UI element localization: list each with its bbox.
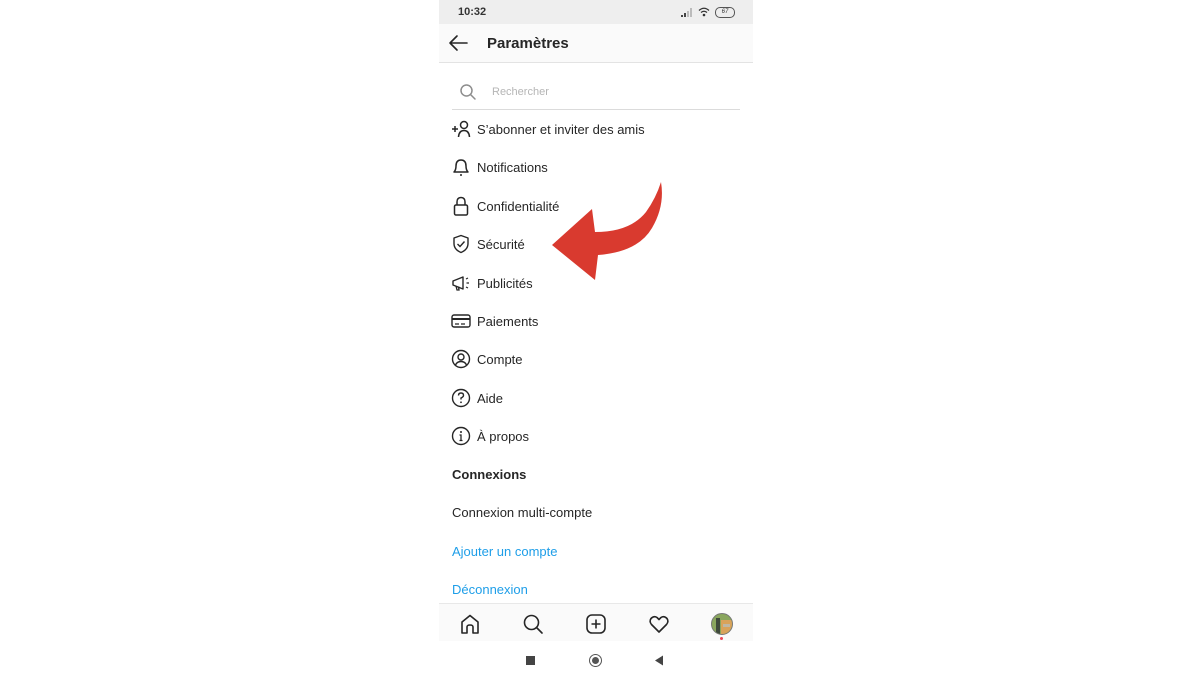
connections-heading: Connexions	[452, 467, 527, 482]
user-circle-icon	[451, 349, 471, 369]
menu-item-label: Paiements	[477, 313, 539, 329]
page-title: Paramètres	[487, 35, 569, 52]
menu-item-label: Sécurité	[477, 236, 525, 252]
menu-item-help[interactable]: Aide	[451, 385, 503, 411]
menu-item-ads[interactable]: Publicités	[451, 270, 533, 296]
menu-item-label: Compte	[477, 351, 523, 367]
menu-item-payments[interactable]: Paiements	[451, 308, 538, 334]
back-nav-icon[interactable]	[654, 655, 664, 666]
search-icon[interactable]	[522, 613, 544, 635]
search-bar	[452, 78, 740, 110]
recent-apps-icon[interactable]	[526, 656, 535, 665]
search-icon	[460, 84, 476, 100]
credit-card-icon	[451, 311, 471, 331]
help-circle-icon	[451, 388, 471, 408]
home-nav-icon[interactable]	[589, 654, 602, 667]
avatar-image	[712, 614, 732, 634]
wifi-icon	[698, 7, 710, 17]
profile-avatar[interactable]	[711, 613, 733, 635]
bell-icon	[451, 157, 471, 177]
home-nav-dot	[591, 656, 599, 664]
arrow-left-icon[interactable]	[447, 33, 469, 53]
menu-item-account[interactable]: Compte	[451, 346, 523, 372]
home-icon[interactable]	[459, 613, 481, 635]
signal-icon	[681, 7, 692, 17]
info-circle-icon	[451, 426, 471, 446]
heart-icon[interactable]	[648, 613, 670, 635]
status-time: 10:32	[458, 6, 487, 18]
lock-icon	[451, 196, 471, 216]
menu-item-label: Confidentialité	[477, 198, 560, 214]
bottom-tab-bar	[439, 603, 753, 642]
menu-item-privacy[interactable]: Confidentialité	[451, 193, 559, 219]
menu-item-label: À propos	[477, 428, 530, 444]
menu-item-security[interactable]: Sécurité	[451, 231, 525, 257]
new-post-icon[interactable]	[585, 613, 607, 635]
menu-item-label: Aide	[477, 390, 504, 406]
menu-item-label: Notifications	[477, 159, 548, 175]
add-account-link[interactable]: Ajouter un compte	[452, 544, 558, 559]
phone-screen: 10:32 67 Paramètres Rechercher S’abonner…	[439, 0, 753, 675]
menu-item-about[interactable]: À propos	[451, 423, 529, 449]
megaphone-icon	[451, 273, 471, 293]
multi-account-login-link[interactable]: Connexion multi-compte	[452, 505, 592, 520]
menu-item-label: S’abonner et inviter des amis	[477, 121, 645, 137]
search-input[interactable]	[492, 84, 722, 100]
android-nav-bar	[439, 641, 753, 675]
shield-check-icon	[451, 234, 471, 254]
menu-item-follow-invite[interactable]: S’abonner et inviter des amis	[451, 116, 645, 142]
menu-item-notifications[interactable]: Notifications	[451, 154, 548, 180]
menu-item-label: Publicités	[477, 275, 533, 291]
add-person-icon	[451, 119, 471, 139]
app-header: Paramètres	[439, 24, 753, 63]
notification-dot	[720, 637, 723, 640]
logout-link[interactable]: Déconnexion	[452, 582, 528, 597]
status-icons: 67	[681, 6, 735, 18]
battery-icon: 67	[715, 6, 735, 18]
status-bar: 10:32 67	[439, 0, 753, 24]
